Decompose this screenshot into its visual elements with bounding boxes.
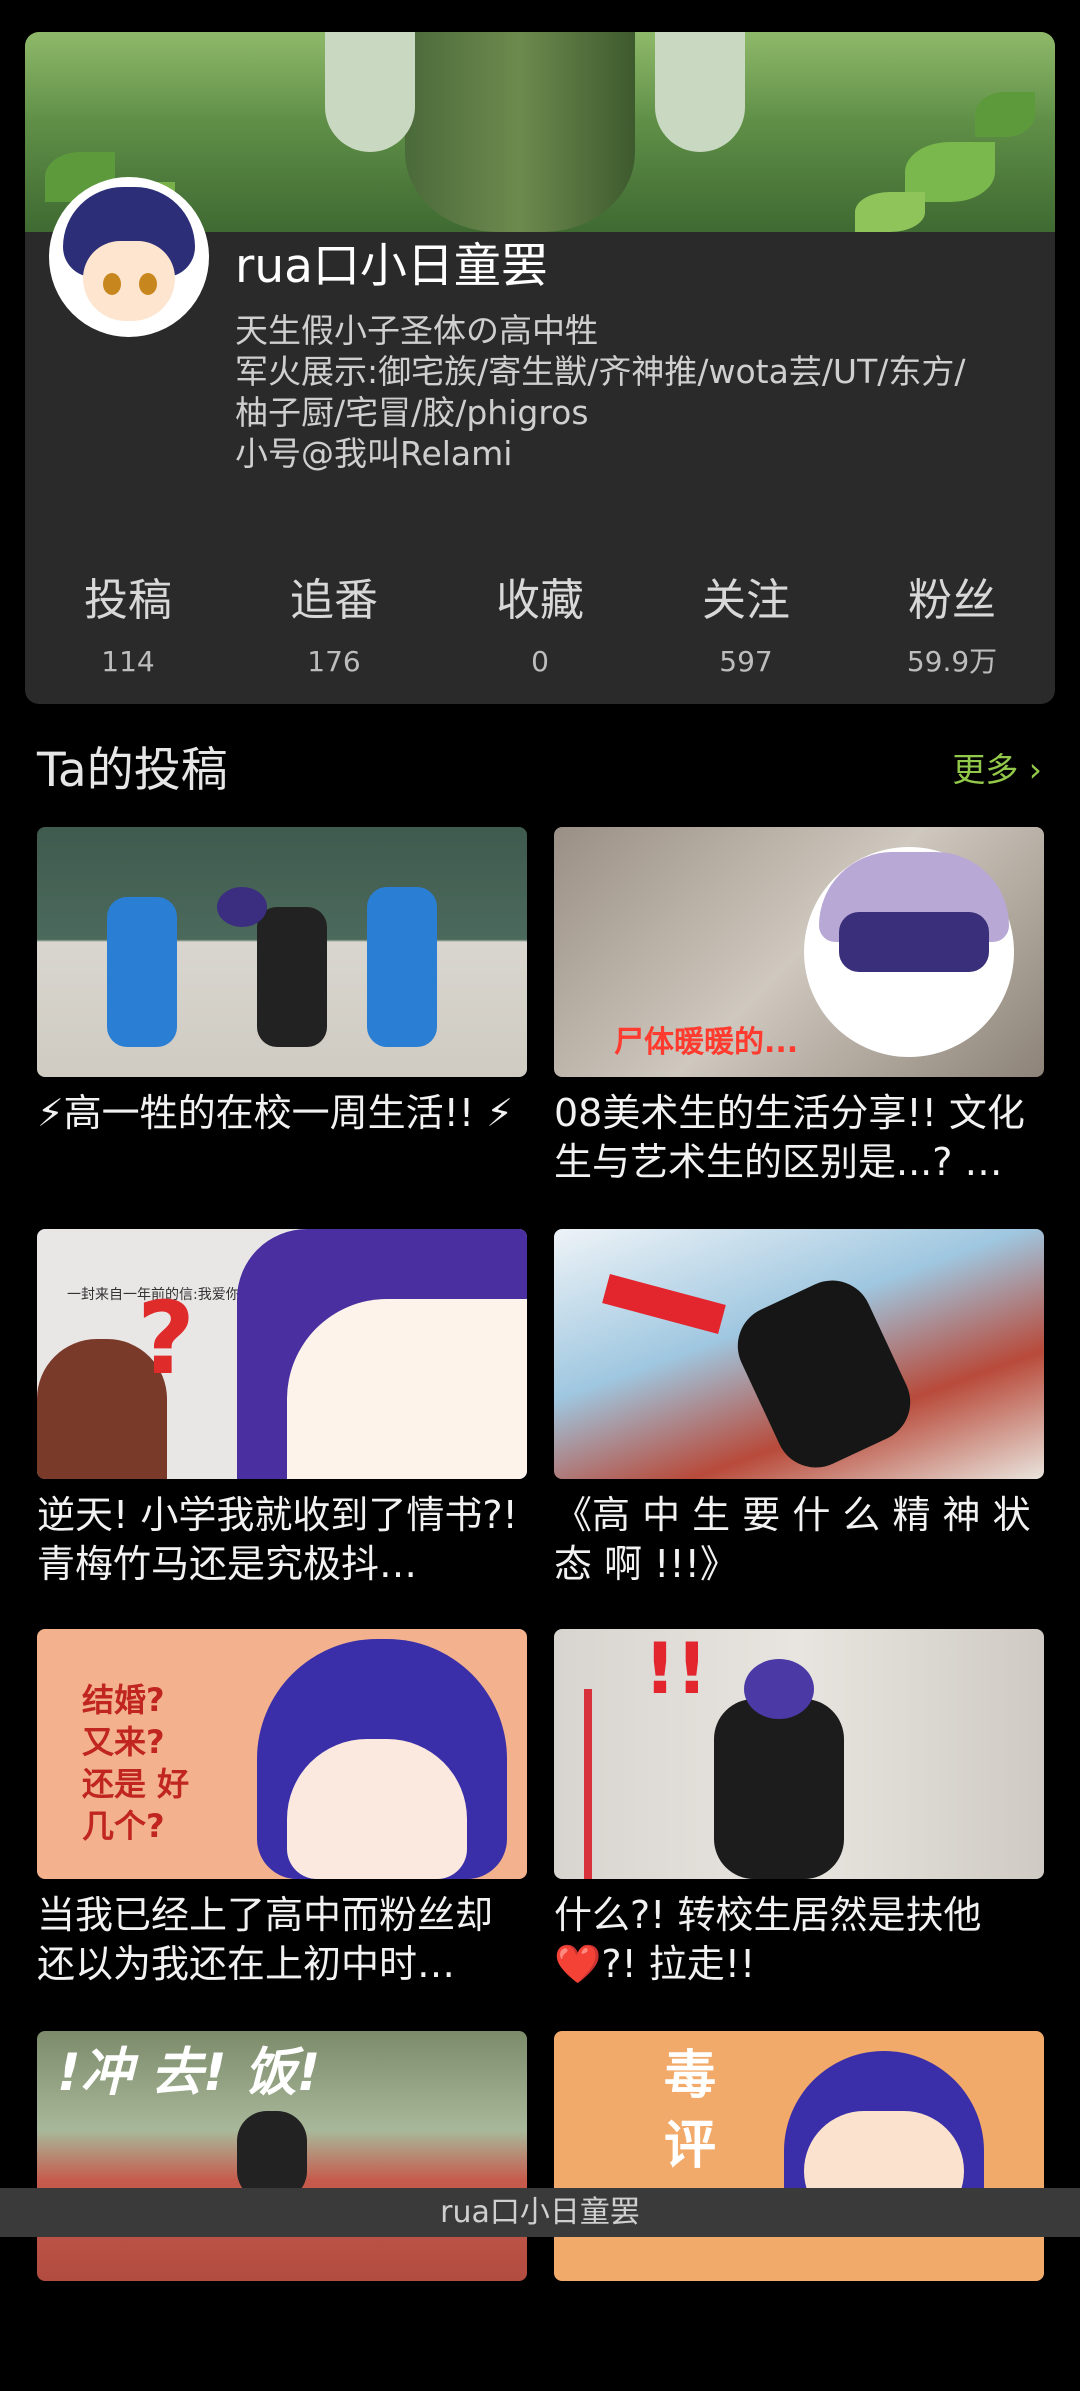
stat-uploads[interactable]: 投稿 114 (25, 572, 231, 680)
stat-label: 追番 (290, 575, 378, 626)
video-thumbnail[interactable]: 一封来自一年前的信:我爱你 ? (37, 1229, 527, 1479)
stat-label: 粉丝 (908, 575, 996, 626)
bio-line: 柚子厨/宅冒/胶/phigros (235, 393, 589, 432)
username: rua口小日童罢 (235, 239, 548, 294)
section-title: Ta的投稿 (37, 743, 228, 798)
stat-value: 176 (307, 645, 361, 678)
stat-label: 收藏 (496, 575, 584, 626)
stat-anime[interactable]: 追番 176 (231, 572, 437, 680)
video-card[interactable]: 结婚? 又来? 还是 好几个? 当我已经上了高中而粉丝却还以为我还在上初中时… (37, 1629, 527, 1989)
video-card[interactable]: 《高 中 生 要 什 么 精 神 状 态 啊 !!!》 (554, 1229, 1044, 1589)
profile-card: rua口小日童罢 天生假小子圣体の高中牲 军火展示:御宅族/寄生獣/齐神推/wo… (25, 32, 1055, 704)
video-card[interactable]: 尸体暖暖的... 08美术生的生活分享!! 文化生与艺术生的区别是...? … (554, 827, 1044, 1187)
video-card[interactable]: !! 什么?! 转校生居然是扶他❤️?! 拉走!! (554, 1629, 1044, 1989)
video-thumbnail[interactable]: !冲 去! 饭! (37, 2031, 527, 2281)
video-card[interactable]: 一封来自一年前的信:我爱你 ? 逆天! 小学我就收到了情书?! 青梅竹马还是究极… (37, 1229, 527, 1589)
stat-value: 59.9万 (906, 645, 998, 678)
video-title[interactable] (554, 2293, 1044, 2391)
more-link[interactable]: 更多 › (952, 748, 1042, 792)
bio-line[interactable]: 小号@我叫Relami (235, 433, 1045, 474)
avatar[interactable] (49, 177, 209, 337)
video-title[interactable]: 逆天! 小学我就收到了情书?! 青梅竹马还是究极抖… (37, 1491, 527, 1589)
video-title[interactable]: 《高 中 生 要 什 么 精 神 状 态 啊 !!!》 (554, 1491, 1044, 1589)
video-title[interactable]: 什么?! 转校生居然是扶他❤️?! 拉走!! (554, 1891, 1044, 1989)
video-title[interactable] (37, 2293, 527, 2391)
stat-fans[interactable]: 粉丝 59.9万 (849, 572, 1055, 680)
video-thumbnail[interactable] (37, 827, 527, 1077)
video-title[interactable]: 08美术生的生活分享!! 文化生与艺术生的区别是...? … (554, 1089, 1044, 1187)
thumbnail-caption: 毒 评 (664, 2046, 717, 2176)
stat-following[interactable]: 关注 597 (643, 572, 849, 680)
video-thumbnail[interactable]: !! (554, 1629, 1044, 1879)
video-thumbnail[interactable] (554, 1229, 1044, 1479)
stat-favorites[interactable]: 收藏 0 (437, 572, 643, 680)
stat-value: 0 (531, 645, 549, 678)
bottom-title-bar[interactable]: rua口小日童罢 (0, 2188, 1080, 2237)
video-thumbnail[interactable]: 毒 评 (554, 2031, 1044, 2281)
stat-value: 114 (101, 645, 155, 678)
bio-line: 军火展示:御宅族/寄生獣/齐神推/wota芸/UT/东方/ (235, 352, 966, 391)
bio: 天生假小子圣体の高中牲 军火展示:御宅族/寄生獣/齐神推/wota芸/UT/东方… (235, 310, 1045, 474)
stat-value: 597 (719, 645, 773, 678)
stat-label: 投稿 (84, 575, 172, 626)
bio-line: 天生假小子圣体の高中牲 (235, 311, 598, 350)
video-thumbnail[interactable]: 尸体暖暖的... (554, 827, 1044, 1077)
thumbnail-caption: 尸体暖暖的... (614, 1025, 799, 1060)
stat-label: 关注 (702, 575, 790, 626)
video-thumbnail[interactable]: 结婚? 又来? 还是 好几个? (37, 1629, 527, 1879)
video-title[interactable]: 当我已经上了高中而粉丝却还以为我还在上初中时… (37, 1891, 527, 1989)
thumbnail-caption: !冲 去! 饭! (57, 2043, 321, 2103)
video-title[interactable]: ⚡高一牲的在校一周生活!! ⚡ (37, 1089, 527, 1187)
video-card[interactable]: ⚡高一牲的在校一周生活!! ⚡ (37, 827, 527, 1187)
stats-row: 投稿 114 追番 176 收藏 0 关注 597 粉丝 59.9万 (25, 572, 1055, 680)
thumbnail-caption: 结婚? 又来? 还是 好几个? (82, 1681, 190, 1845)
